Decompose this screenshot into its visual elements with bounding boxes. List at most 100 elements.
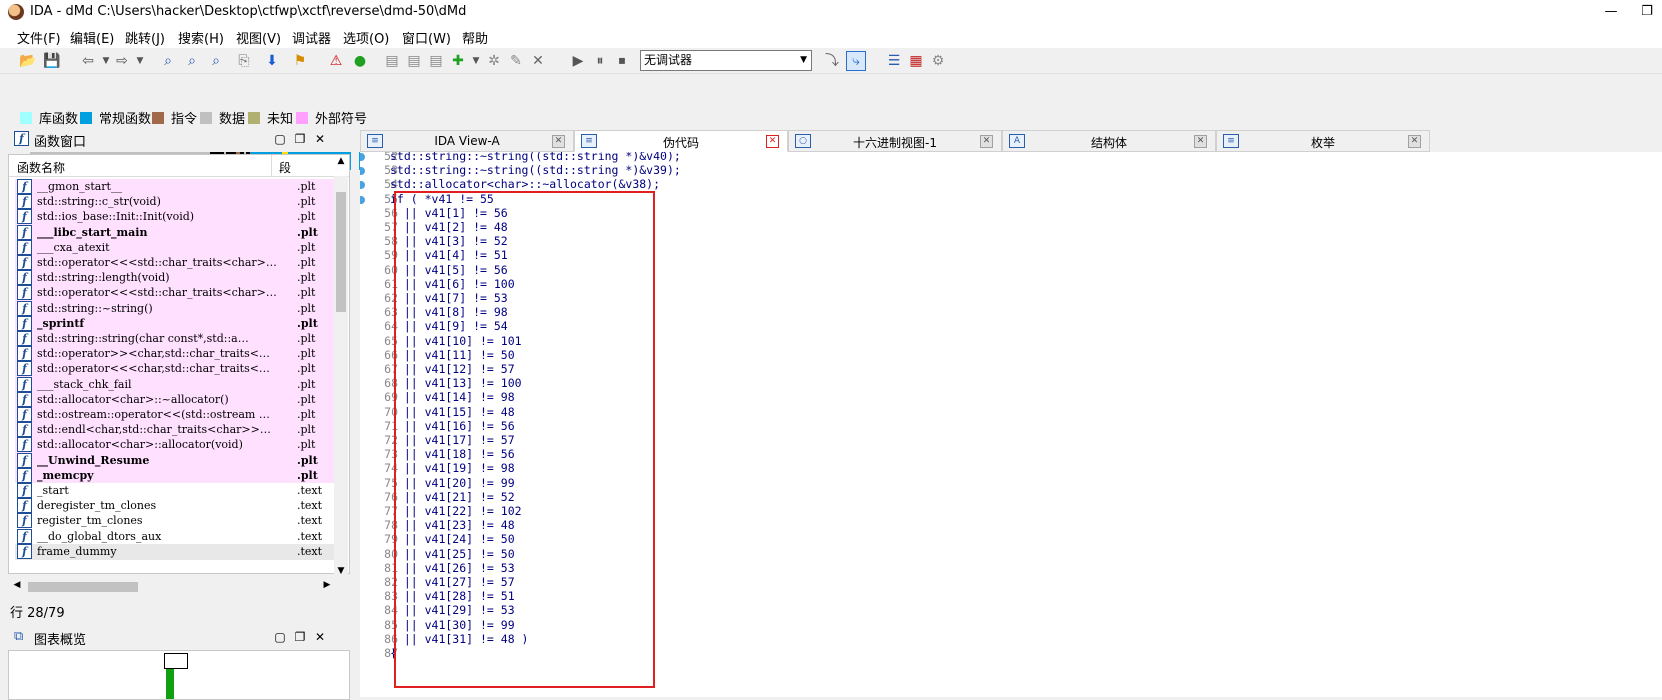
menu-search[interactable]: 搜索(H) (178, 28, 224, 47)
tab-ida-view-a[interactable]: ≡ IDA View-A ✕ (360, 130, 574, 152)
function-row[interactable]: f deregister_tm_clones .text (15, 498, 343, 515)
tab-enums[interactable]: ≡ 枚举 ✕ (1216, 130, 1430, 152)
function-row[interactable]: f ___libc_start_main .plt (15, 224, 343, 241)
tab-structures[interactable]: A 结构体 ✕ (1002, 130, 1216, 152)
function-row[interactable]: f std::endl<char,std::char_traits<char>>…… (15, 422, 343, 439)
save-icon[interactable]: 💾 (42, 51, 62, 71)
menu-edit[interactable]: 编辑(E) (70, 28, 114, 47)
menu-view[interactable]: 视图(V) (236, 28, 281, 47)
navigation-band[interactable] (0, 74, 1662, 170)
function-row[interactable]: f std::ostream::operator<<(std::ostream …… (15, 407, 343, 423)
function-row[interactable]: f _start .text (15, 483, 343, 499)
pause-icon[interactable]: ⏸ (590, 51, 610, 71)
minimize-button[interactable]: — (1596, 2, 1626, 22)
scroll-right-icon[interactable]: ▶ (320, 580, 334, 594)
add-dropdown-icon[interactable]: ▼ (466, 51, 486, 71)
functions-list[interactable]: 函数名称 段 f __gmon_start__ .plt f std::string::… (8, 154, 350, 574)
scroll-left-icon[interactable]: ◀ (10, 580, 24, 594)
scroll-down-icon[interactable]: ▼ (334, 566, 348, 580)
close-icon[interactable]: ✕ (312, 131, 328, 147)
tab-pseudocode[interactable]: ≡ 伪代码 ✕ (574, 130, 788, 152)
function-row[interactable]: f ___stack_chk_fail .plt (15, 376, 343, 393)
function-row[interactable]: f std::operator<<<std::char_traits<char>…… (15, 285, 343, 302)
function-row[interactable]: f __do_global_dtors_aux .text (15, 528, 343, 545)
function-row[interactable]: f frame_dummy .text (15, 543, 343, 560)
menu-jump[interactable]: 跳转(J) (125, 28, 165, 47)
warning-icon[interactable]: ⚠ (326, 51, 346, 71)
function-row[interactable]: f __Unwind_Resume .plt (15, 452, 343, 469)
panel-restore-icon[interactable]: ❐ (292, 629, 308, 645)
create-data-icon[interactable]: ▤ (404, 51, 424, 71)
maximize-button[interactable]: ❐ (1632, 2, 1662, 22)
function-row[interactable]: f std::operator<<<std::char_traits<char>…… (15, 255, 343, 271)
function-row[interactable]: f std::ios_base::Init::Init(void) .plt (15, 209, 343, 226)
scroll-thumb[interactable] (336, 192, 346, 312)
function-row[interactable]: f __gmon_start__ .plt (15, 179, 343, 195)
panel-float-icon[interactable]: ▢ (272, 131, 288, 147)
jump-down-icon[interactable]: ⬇ (262, 51, 282, 71)
column-function-name[interactable]: 函数名称 (17, 159, 65, 176)
tab-hex-view[interactable]: ○ 十六进制视图-1 ✕ (788, 130, 1002, 152)
breakpoint-dot-icon[interactable] (360, 181, 365, 190)
search-immediate-icon[interactable]: ⌕ (206, 51, 226, 71)
patch-icon[interactable]: ✎ (506, 51, 526, 71)
function-row[interactable]: f std::operator>><char,std::char_traits<…… (15, 346, 343, 363)
function-row[interactable]: f std::string::~string() .plt (15, 300, 343, 317)
mark-position-icon[interactable]: ⚑ (290, 51, 310, 71)
breakpoint-dot-icon[interactable] (360, 153, 365, 161)
plugin-icon[interactable]: ✲ (484, 51, 504, 71)
tracing-icon[interactable]: ▦ (906, 51, 926, 71)
forward-icon[interactable]: ⇨ (112, 51, 132, 71)
close-icon[interactable]: ✕ (980, 135, 993, 148)
panel-restore-icon[interactable]: ❐ (292, 131, 308, 147)
function-row[interactable]: f std::string::c_str(void) .plt (15, 194, 343, 211)
add-icon[interactable]: ✚ (448, 51, 468, 71)
breakpoints-icon[interactable]: ☰ (884, 51, 904, 71)
open-icon[interactable]: 📂 (18, 51, 38, 71)
function-row[interactable]: f std::string::string(char const*,std::a…… (15, 331, 343, 347)
menu-options[interactable]: 选项(O) (343, 28, 389, 47)
search-text-icon[interactable]: ⌕ (182, 51, 202, 71)
code-line[interactable]: 52 std::string::~string((std::string *)&v… (360, 152, 1660, 164)
menu-window[interactable]: 窗口(W) (402, 28, 451, 47)
code-line[interactable]: 53 std::string::~string((std::string *)&v… (360, 163, 1660, 178)
create-code-icon[interactable]: ▤ (382, 51, 402, 71)
function-row[interactable]: f register_tm_clones .text (15, 513, 343, 530)
menu-debugger[interactable]: 调试器 (292, 28, 331, 47)
run-green-icon[interactable]: ● (350, 51, 370, 71)
stop-icon[interactable]: ⏹ (612, 51, 632, 71)
step-into-icon[interactable]: ⤵ (822, 51, 842, 71)
function-row[interactable]: f _sprintf .plt (15, 315, 343, 332)
close-icon[interactable]: ✕ (766, 135, 779, 148)
create-string-icon[interactable]: ▤ (426, 51, 446, 71)
pane-splitter[interactable] (351, 126, 359, 697)
function-row[interactable]: f std::allocator<char>::allocator(void) .p… (15, 437, 343, 454)
function-row[interactable]: f std::string::length(void) .plt (15, 270, 343, 287)
close-icon[interactable]: ✕ (552, 135, 565, 148)
forward-dropdown-icon[interactable]: ▼ (130, 51, 150, 71)
function-row[interactable]: f ___cxa_atexit .plt (15, 239, 343, 256)
debugger-options-icon[interactable]: ⚙ (928, 51, 948, 71)
column-segment[interactable]: 段 (279, 159, 291, 176)
scroll-thumb[interactable] (28, 582, 138, 592)
breakpoint-dot-icon[interactable] (360, 167, 365, 176)
step-over-icon[interactable]: ⤷ (846, 51, 866, 71)
find-next-icon[interactable]: ⎘ (234, 51, 254, 71)
search-binary-icon[interactable]: ⌕ (158, 51, 178, 71)
breakpoint-dot-icon[interactable] (360, 195, 365, 204)
graph-overview[interactable] (8, 650, 350, 700)
debugger-select[interactable]: 无调试器 ▼ (640, 50, 812, 71)
start-debug-icon[interactable]: ▶ (568, 51, 588, 71)
close-icon[interactable]: ✕ (1408, 135, 1421, 148)
function-row[interactable]: f _memcpy .plt (15, 467, 343, 484)
close-icon[interactable]: ✕ (1194, 135, 1207, 148)
menu-help[interactable]: 帮助 (462, 28, 488, 47)
close-icon[interactable]: ✕ (312, 629, 328, 645)
menu-file[interactable]: 文件(F) (17, 28, 61, 47)
function-row[interactable]: f std::allocator<char>::~allocator() .plt (15, 391, 343, 408)
functions-horizontal-scrollbar[interactable]: ◀ ▶ (10, 580, 334, 594)
panel-float-icon[interactable]: ▢ (272, 629, 288, 645)
function-row[interactable]: f std::operator<<<char,std::char_traits<…… (15, 361, 343, 378)
scroll-up-icon[interactable]: ▲ (334, 156, 348, 170)
undefine-icon[interactable]: ✕ (528, 51, 548, 71)
